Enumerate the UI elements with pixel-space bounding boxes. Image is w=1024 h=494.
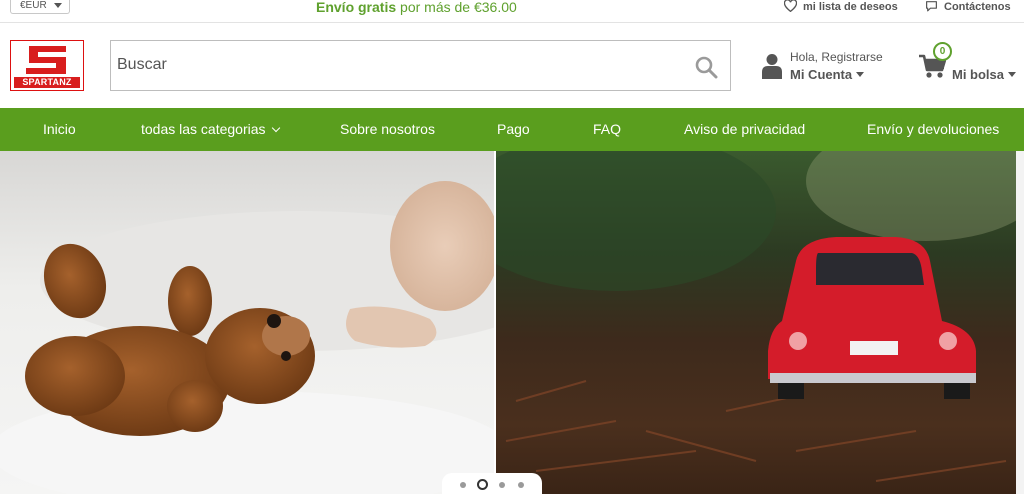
cart-count-badge: 0	[933, 42, 952, 61]
free-shipping-banner: Envío gratis por más de €36.00	[316, 0, 517, 15]
nav-item-privacidad[interactable]: Aviso de privacidad	[684, 108, 805, 151]
chat-bubble-icon	[926, 1, 937, 12]
carousel-dot-2[interactable]	[477, 479, 488, 490]
nav-item-categorias[interactable]: todas las categorias	[141, 108, 280, 151]
promo-rest: por más de €36.00	[400, 0, 517, 15]
hero-image-red-toy-car[interactable]	[496, 151, 1016, 494]
wishlist-label: mi lista de deseos	[803, 1, 898, 13]
account-greeting: Hola, Registrarse	[790, 50, 883, 64]
currency-label: €EUR	[20, 0, 47, 11]
next-slide-peek	[1016, 151, 1024, 494]
carousel-dot-3[interactable]	[499, 482, 505, 488]
caret-down-icon	[1008, 72, 1017, 77]
bag-label: Mi bolsa	[952, 67, 1005, 82]
contact-link[interactable]: Contáctenos	[925, 0, 1011, 14]
site-logo[interactable]: SPARTANZ	[10, 40, 84, 91]
hero-carousel[interactable]	[0, 151, 1024, 494]
caret-down-icon	[54, 3, 62, 8]
search-icon[interactable]	[694, 55, 718, 79]
carousel-dot-1[interactable]	[460, 482, 466, 488]
contact-label: Contáctenos	[944, 1, 1011, 13]
teddy-bear-illustration	[0, 181, 494, 494]
main-nav: Inicio todas las categorias Sobre nosotr…	[0, 108, 1024, 151]
heart-icon	[783, 0, 798, 13]
account-menu[interactable]: Hola, Registrarse Mi Cuenta	[762, 50, 892, 84]
red-car-illustration	[496, 151, 1016, 482]
top-bar: €EUR Envío gratis por más de €36.00 mi l…	[0, 0, 1024, 23]
user-icon	[762, 54, 782, 79]
shopping-bag[interactable]: 0 Mi bolsa	[918, 42, 1022, 86]
carousel-pagination	[442, 473, 542, 494]
carousel-dot-4[interactable]	[518, 482, 524, 488]
wishlist-link[interactable]: mi lista de deseos	[783, 0, 898, 14]
bag-label-wrap: Mi bolsa	[952, 67, 1017, 82]
account-label-wrap: Mi Cuenta	[790, 67, 865, 82]
search-box	[110, 40, 731, 91]
hero-image-teddy-bear[interactable]	[0, 151, 494, 494]
chevron-down-icon	[271, 123, 280, 133]
account-label: Mi Cuenta	[790, 67, 853, 82]
caret-down-icon	[856, 72, 865, 77]
nav-item-envio[interactable]: Envío y devoluciones	[867, 108, 999, 151]
logo-mark	[26, 46, 66, 74]
nav-item-inicio[interactable]: Inicio	[43, 108, 76, 151]
nav-item-faq[interactable]: FAQ	[593, 108, 621, 151]
nav-item-pago[interactable]: Pago	[497, 108, 530, 151]
currency-selector[interactable]: €EUR	[10, 0, 70, 14]
nav-item-categorias-label: todas las categorias	[141, 121, 266, 137]
logo-wordmark: SPARTANZ	[14, 77, 80, 88]
nav-item-sobre-nosotros[interactable]: Sobre nosotros	[340, 108, 435, 151]
search-input[interactable]	[117, 50, 677, 80]
promo-bold: Envío gratis	[316, 0, 397, 15]
